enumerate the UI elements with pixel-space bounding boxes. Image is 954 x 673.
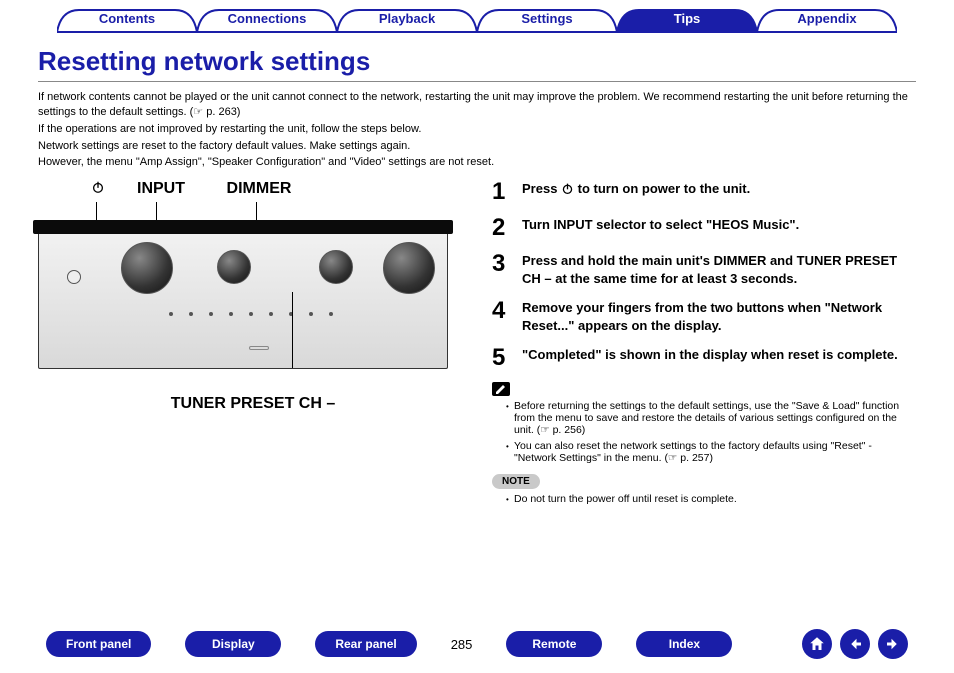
step-text: Press and hold the main unit's DIMMER an… <box>522 252 916 287</box>
device-power-button <box>67 270 81 284</box>
btn-front-panel[interactable]: Front panel <box>46 631 151 657</box>
step-number: 5 <box>492 346 510 370</box>
power-icon <box>88 180 108 199</box>
prev-page-button[interactable] <box>840 629 870 659</box>
power-icon <box>561 182 574 195</box>
tip-icon <box>492 382 510 396</box>
step-number: 3 <box>492 252 510 287</box>
home-button[interactable] <box>802 629 832 659</box>
label-tuner-preset: TUNER PRESET CH – <box>38 395 468 413</box>
device-knob <box>319 250 353 284</box>
btn-remote[interactable]: Remote <box>506 631 602 657</box>
arrow-right-icon <box>884 635 902 653</box>
device-illustration: INPUT DIMMER <box>38 180 468 509</box>
btn-index[interactable]: Index <box>636 631 732 657</box>
label-input: INPUT <box>126 180 196 199</box>
step-row: 1 Press to turn on power to the unit. <box>492 180 916 204</box>
tab-connections[interactable]: Connections <box>197 8 337 36</box>
step-text: Turn INPUT selector to select "HEOS Musi… <box>522 216 916 240</box>
tab-label: Settings <box>521 11 572 26</box>
btn-display[interactable]: Display <box>185 631 281 657</box>
arrow-left-icon <box>846 635 864 653</box>
device-input-knob <box>121 242 173 294</box>
step-text: Press to turn on power to the unit. <box>522 180 916 204</box>
page-number: 285 <box>451 637 473 652</box>
step-text: "Completed" is shown in the display when… <box>522 346 916 370</box>
tab-label: Playback <box>379 11 435 26</box>
note-badge: NOTE <box>492 474 540 489</box>
step-text: Remove your fingers from the two buttons… <box>522 299 916 334</box>
label-dimmer: DIMMER <box>214 180 304 199</box>
device-front-panel <box>38 229 448 369</box>
tab-playback[interactable]: Playback <box>337 8 477 36</box>
step-row: 2 Turn INPUT selector to select "HEOS Mu… <box>492 216 916 240</box>
device-volume-knob <box>383 242 435 294</box>
tab-label: Appendix <box>797 11 856 26</box>
step-number: 1 <box>492 180 510 204</box>
page-title: Resetting network settings <box>38 46 916 82</box>
steps-column: 1 Press to turn on power to the unit. 2 … <box>492 180 916 509</box>
tab-label: Connections <box>228 11 307 26</box>
next-page-button[interactable] <box>878 629 908 659</box>
step-row: 3 Press and hold the main unit's DIMMER … <box>492 252 916 287</box>
tips-list: Before returning the settings to the def… <box>492 400 916 464</box>
tab-label: Contents <box>99 11 155 26</box>
top-nav-tabs: Contents Connections Playback Settings T… <box>0 0 954 46</box>
device-knob <box>217 250 251 284</box>
tab-contents[interactable]: Contents <box>57 8 197 36</box>
tab-settings[interactable]: Settings <box>477 8 617 36</box>
tab-label: Tips <box>674 11 701 26</box>
step-number: 4 <box>492 299 510 334</box>
bottom-nav: Front panel Display Rear panel 285 Remot… <box>0 629 954 659</box>
home-icon <box>808 635 826 653</box>
step-text-fragment: Press <box>522 181 561 196</box>
intro-paragraph: However, the menu "Amp Assign", "Speaker… <box>38 155 916 170</box>
step-number: 2 <box>492 216 510 240</box>
btn-rear-panel[interactable]: Rear panel <box>315 631 416 657</box>
intro-paragraph: Network settings are reset to the factor… <box>38 139 916 154</box>
note-item: Do not turn the power off until reset is… <box>506 493 916 505</box>
step-row: 5 "Completed" is shown in the display wh… <box>492 346 916 370</box>
step-text-fragment: to turn on power to the unit. <box>574 181 750 196</box>
step-row: 4 Remove your fingers from the two butto… <box>492 299 916 334</box>
tip-item: You can also reset the network settings … <box>506 440 916 464</box>
tab-appendix[interactable]: Appendix <box>757 8 897 36</box>
tip-item: Before returning the settings to the def… <box>506 400 916 436</box>
intro-paragraph: If network contents cannot be played or … <box>38 90 916 120</box>
note-list: Do not turn the power off until reset is… <box>492 493 916 505</box>
page-content: Resetting network settings If network co… <box>0 46 954 509</box>
tab-tips[interactable]: Tips <box>617 8 757 36</box>
intro-block: If network contents cannot be played or … <box>38 90 916 170</box>
intro-paragraph: If the operations are not improved by re… <box>38 122 916 137</box>
